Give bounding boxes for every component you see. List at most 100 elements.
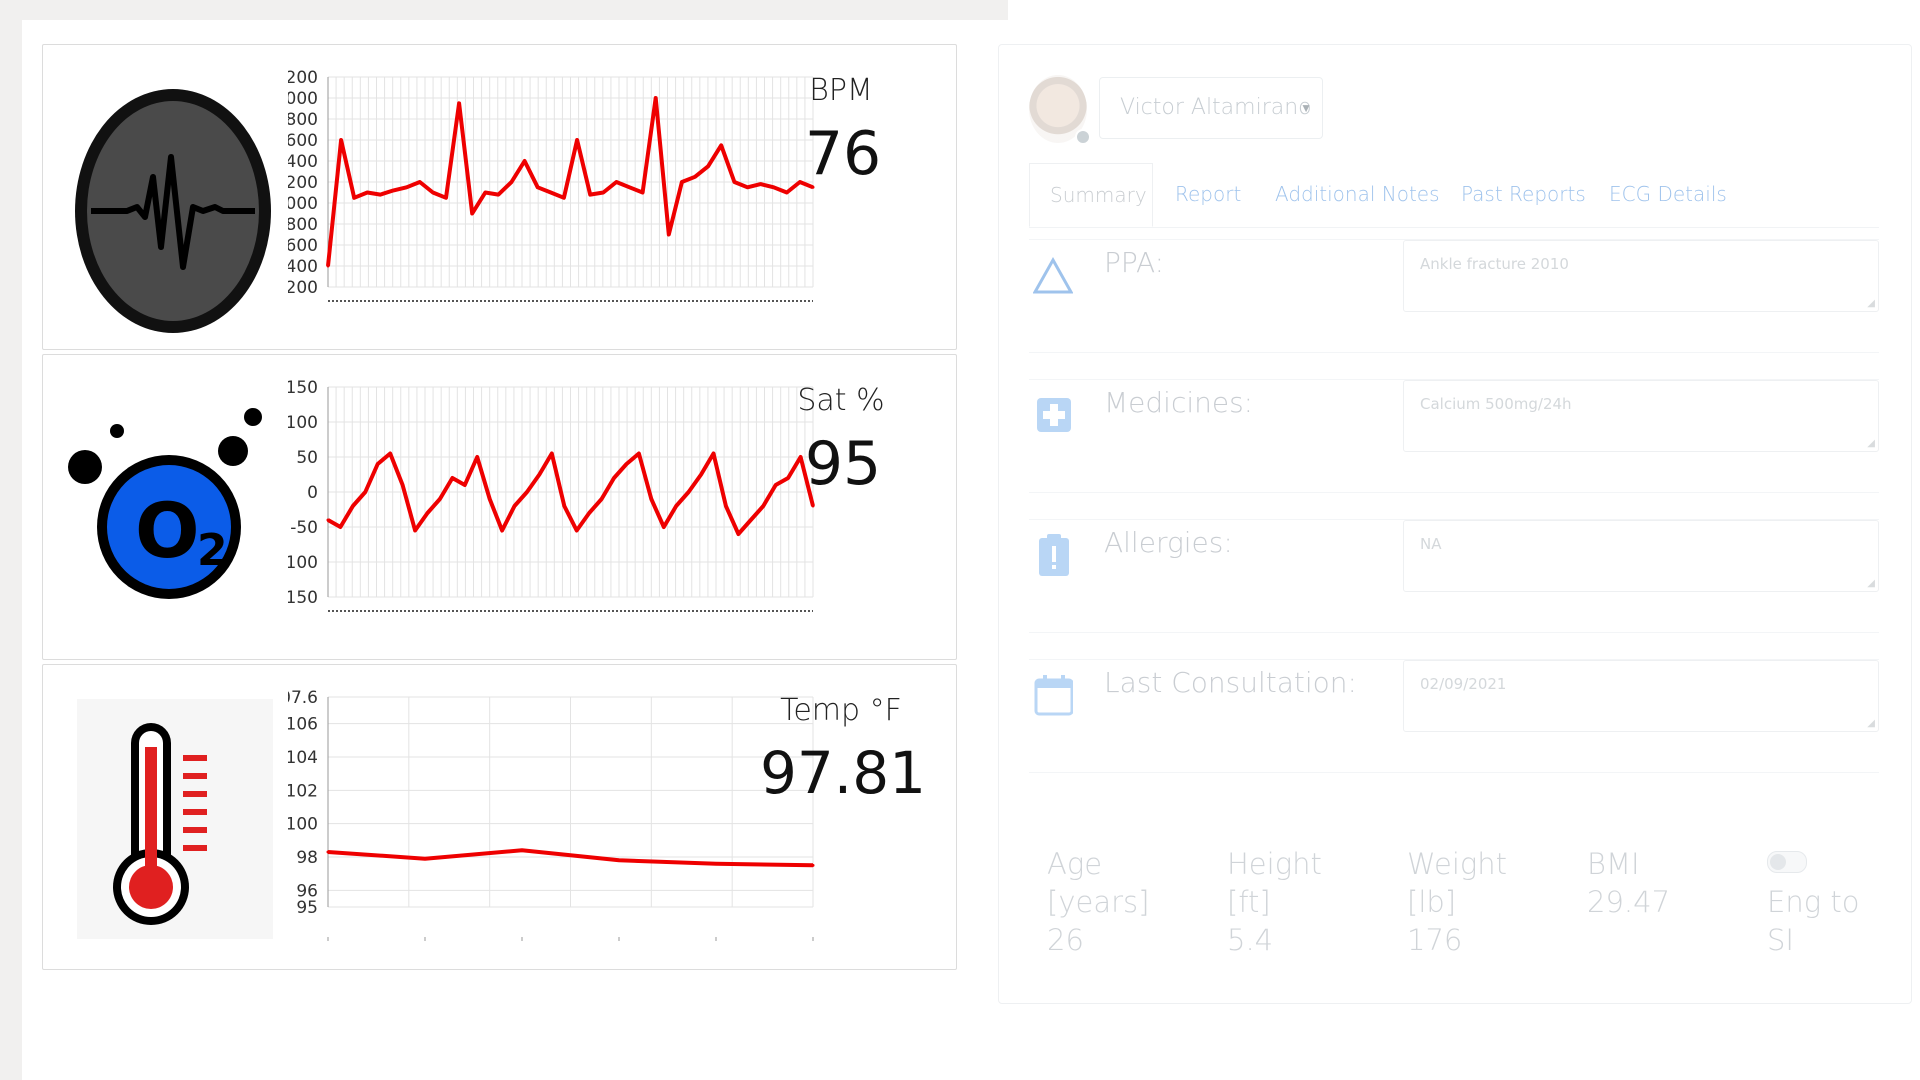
bmi-value: 29.47: [1587, 885, 1671, 919]
bpm-value: 76: [804, 119, 882, 189]
temperature-chart: 107.6106104102100989695: [288, 688, 815, 941]
last-consultation-label: Last Consultation:: [1104, 666, 1357, 699]
data-point: [680, 180, 684, 184]
oxygen-saturation-chart: 150 100 50 0 -50 -100 -150: [288, 378, 815, 612]
patient-panel: Victor Altamirano ▼ Summary Report Addit…: [998, 44, 1912, 1004]
tab-report[interactable]: Report: [1175, 163, 1241, 227]
temp-label: Temp °F: [780, 693, 902, 728]
tab-summary[interactable]: Summary: [1029, 163, 1153, 227]
y-tick-label: 1600: [288, 236, 318, 256]
summary-row-medicines: Medicines: Calcium 500mg/24h ◢: [1029, 379, 1879, 493]
data-point: [365, 191, 369, 194]
data-point: [600, 497, 604, 501]
weight-value: 176: [1407, 923, 1463, 957]
data-point: [444, 196, 448, 200]
svg-text:2: 2: [197, 525, 228, 576]
metric-weight: Weight [lb] 176: [1407, 845, 1557, 959]
data-point: [537, 473, 541, 476]
data-point: [413, 529, 417, 532]
data-point: [392, 188, 396, 192]
resize-grip-icon[interactable]: ◢: [1867, 578, 1875, 589]
data-point: [523, 159, 527, 163]
last-consultation-value: 02/09/2021: [1420, 675, 1507, 693]
units-toggle[interactable]: [1767, 851, 1807, 873]
data-point: [687, 490, 691, 494]
medicines-value: Calcium 500mg/24h: [1420, 395, 1572, 413]
data-point: [483, 191, 487, 194]
summary-row-last-consultation: Last Consultation: 02/09/2021 ◢: [1029, 659, 1879, 773]
data-point: [388, 452, 392, 455]
data-point: [457, 101, 461, 105]
patient-select[interactable]: Victor Altamirano ▼: [1099, 77, 1323, 139]
metric-bmi: BMI 29.47: [1587, 845, 1737, 921]
data-point: [378, 193, 382, 197]
data-point: [693, 175, 697, 179]
data-point: [470, 212, 474, 215]
tab-past-reports[interactable]: Past Reports: [1461, 163, 1586, 227]
medicines-field[interactable]: Calcium 500mg/24h ◢: [1403, 380, 1879, 452]
data-point: [624, 462, 628, 466]
patient-header: Victor Altamirano ▼: [1029, 75, 1429, 155]
weight-unit: [lb]: [1407, 885, 1457, 919]
units-label: Eng to: [1767, 885, 1860, 919]
data-point: [500, 529, 504, 532]
data-point: [667, 233, 671, 236]
medicines-label: Medicines:: [1104, 386, 1254, 419]
age-value: 26: [1047, 923, 1084, 957]
age-unit: [years]: [1047, 885, 1150, 919]
status-dot: [1075, 129, 1091, 145]
data-point: [785, 191, 789, 194]
heart-rate-chart: 3200300028002600240022002000180016001400…: [288, 68, 815, 302]
temperature-card: 107.6106104102100989695 Temp °F 97.81: [42, 664, 957, 970]
patient-tabs: Summary Report Additional Notes Past Rep…: [1029, 163, 1879, 228]
resize-grip-icon[interactable]: ◢: [1867, 298, 1875, 309]
data-point: [712, 452, 716, 455]
weight-label: Weight: [1407, 847, 1508, 881]
oxygen-saturation-card: O 2 150 100 50 0 -50 -100 -150 Sat % 95: [42, 354, 957, 660]
data-point: [401, 483, 405, 487]
thermometer-icon: [77, 699, 273, 939]
y-tick-label: 107.6: [288, 688, 318, 708]
data-point: [612, 476, 616, 480]
y-tick-label: 2400: [288, 152, 318, 172]
y-tick-label: 1400: [288, 257, 318, 277]
y-tick-label: 100: [288, 413, 318, 433]
ppa-field[interactable]: Ankle fracture 2010 ◢: [1403, 240, 1879, 312]
left-background-strip: [0, 0, 22, 1080]
y-tick-label: 0: [307, 483, 318, 503]
ppa-value: Ankle fracture 2010: [1420, 255, 1569, 273]
data-point: [719, 143, 723, 147]
height-label: Height: [1227, 847, 1322, 881]
data-point: [811, 504, 815, 508]
tab-additional-notes[interactable]: Additional Notes: [1275, 163, 1440, 227]
data-point: [326, 850, 330, 854]
data-point: [423, 857, 427, 861]
resize-grip-icon[interactable]: ◢: [1867, 438, 1875, 449]
data-point: [732, 180, 736, 184]
data-point: [699, 473, 703, 476]
data-point: [706, 164, 710, 168]
allergies-field[interactable]: NA ◢: [1403, 520, 1879, 592]
height-value: 5.4: [1227, 923, 1274, 957]
data-point: [575, 529, 579, 532]
height-unit: [ft]: [1227, 885, 1271, 919]
data-point: [363, 490, 367, 494]
data-point: [749, 518, 753, 522]
data-point: [549, 191, 553, 194]
y-tick-label: 50: [296, 448, 318, 468]
last-consultation-field[interactable]: 02/09/2021 ◢: [1403, 660, 1879, 732]
data-point: [811, 863, 815, 867]
data-point: [525, 490, 529, 494]
temp-value: 97.81: [759, 739, 927, 807]
y-tick-label: 100: [288, 815, 318, 835]
tab-ecg-details[interactable]: ECG Details: [1609, 163, 1727, 227]
resize-grip-icon[interactable]: ◢: [1867, 718, 1875, 729]
y-tick-label: 2200: [288, 173, 318, 193]
svg-text:O: O: [135, 486, 200, 575]
bpm-label: BPM: [809, 73, 873, 108]
data-point: [351, 504, 355, 508]
chevron-down-icon: ▼: [1300, 101, 1312, 115]
calendar-icon: [1034, 675, 1073, 716]
warning-triangle-icon: [1033, 256, 1073, 294]
data-point: [425, 511, 429, 515]
